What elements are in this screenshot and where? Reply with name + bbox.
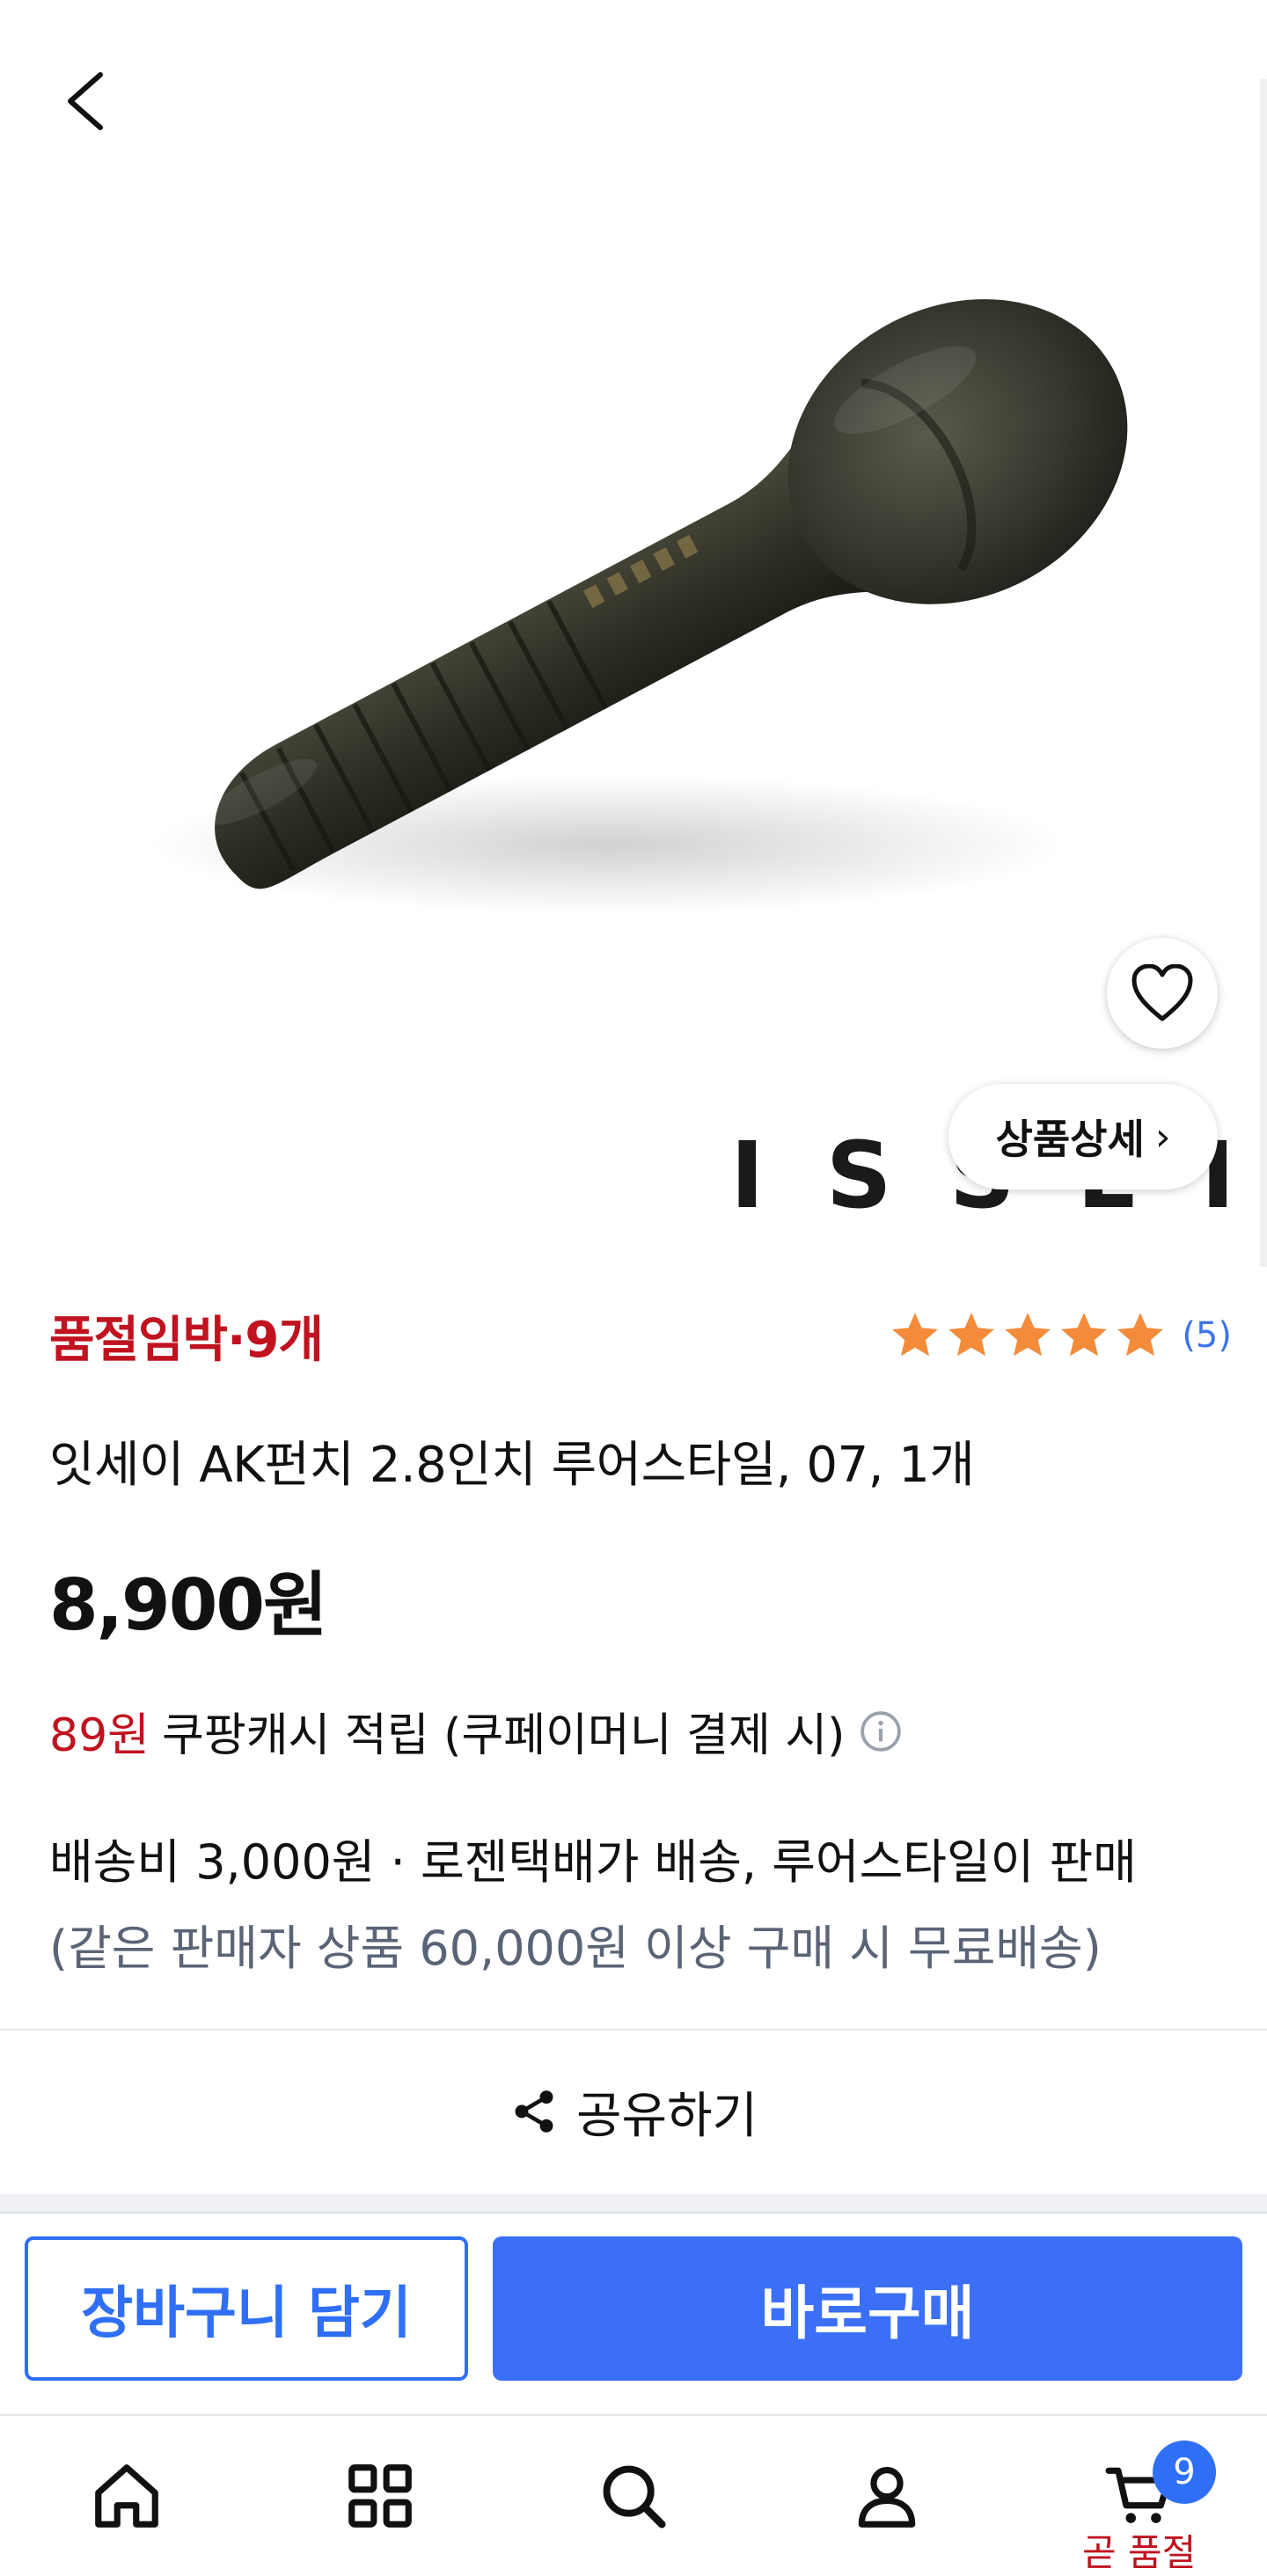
cart-count-badge: 9: [1153, 2441, 1216, 2504]
share-label: 공유하기: [575, 2087, 758, 2145]
product-detail-button[interactable]: 상품상세 ›: [948, 1084, 1218, 1189]
cashback-row: 89원 쿠팡캐시 적립 (쿠페이머니 결제 시): [49, 1698, 903, 1764]
info-icon[interactable]: [859, 1709, 903, 1753]
tab-search[interactable]: [563, 2416, 704, 2576]
buy-now-button[interactable]: 바로구매: [493, 2236, 1242, 2381]
cart-soldout-label: 곧 품절: [1082, 2531, 1197, 2574]
product-title: 잇세이 AK펀치 2.8인치 루어스타일, 07, 1개: [49, 1437, 975, 1494]
star-icon: [1061, 1313, 1108, 1357]
cashback-text: 쿠팡캐시 적립 (쿠페이머니 결제 시): [162, 1709, 846, 1762]
product-price: 8,900원: [49, 1564, 328, 1646]
share-icon: [515, 2090, 553, 2133]
free-shipping-note: (같은 판매자 상품 60,000원 이상 구매 시 무료배송): [49, 1921, 1102, 1976]
section-separator: [0, 2194, 1267, 2212]
chevron-left-icon: [68, 72, 103, 130]
tab-my-account[interactable]: [817, 2416, 957, 2576]
star-icon: [948, 1313, 995, 1357]
back-button[interactable]: [49, 62, 120, 141]
bottom-tab-bar: 9 곧 품절: [0, 2414, 1267, 2576]
heart-icon: [1132, 964, 1193, 1021]
purchase-action-bar: 장바구니 담기 바로구매: [0, 2212, 1267, 2414]
star-rating: [888, 1308, 1168, 1363]
wishlist-button[interactable]: [1107, 938, 1218, 1049]
tab-home[interactable]: [56, 2416, 197, 2576]
tab-categories[interactable]: [310, 2416, 450, 2576]
product-image-area[interactable]: ISSEI 상품상세 ›: [0, 0, 1267, 1267]
add-to-cart-button[interactable]: 장바구니 담기: [25, 2236, 468, 2381]
chevron-right-icon: ›: [1154, 1114, 1171, 1160]
stock-rating-row: 품절임박·9개 (5): [49, 1293, 1232, 1378]
section-divider: [0, 2029, 1267, 2031]
product-detail-label: 상품상세: [995, 1116, 1145, 1163]
search-icon: [603, 2465, 666, 2528]
review-count-link[interactable]: (5): [1182, 1315, 1232, 1356]
stock-warning-badge: 품절임박·9개: [49, 1311, 324, 1369]
home-icon: [95, 2464, 158, 2528]
user-icon: [858, 2467, 916, 2528]
share-button[interactable]: 공유하기: [0, 2059, 1267, 2164]
grid-icon: [348, 2464, 412, 2528]
star-icon: [892, 1313, 939, 1357]
scrollbar-track[interactable]: [1260, 79, 1267, 1267]
cashback-amount: 89원: [49, 1709, 150, 1762]
product-photo: ISSEI: [150, 299, 1235, 1229]
star-icon: [1117, 1313, 1164, 1357]
shipping-info: 배송비 3,000원 · 로젠택배가 배송, 루어스타일이 판매: [49, 1834, 1137, 1890]
star-icon: [1005, 1313, 1051, 1357]
rating-summary[interactable]: (5): [888, 1308, 1232, 1363]
